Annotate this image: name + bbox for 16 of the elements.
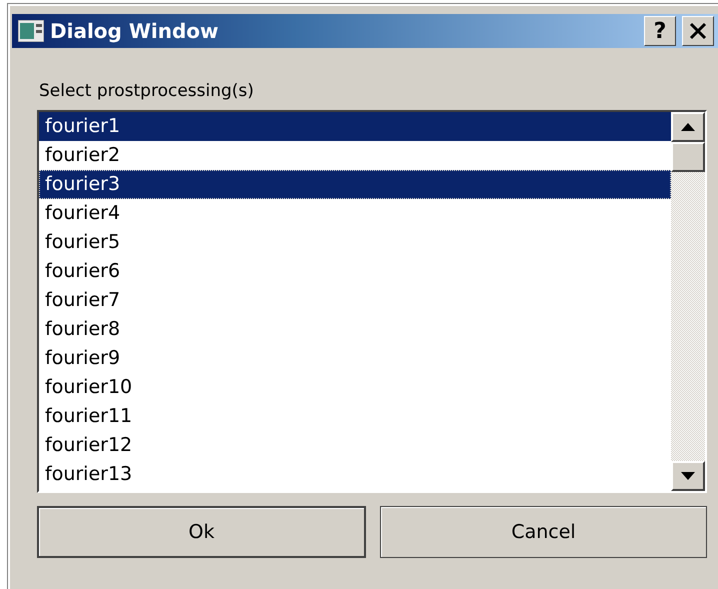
list-item[interactable]: fourier3: [39, 170, 671, 199]
scrollbar[interactable]: [671, 112, 705, 491]
scroll-down-button[interactable]: [671, 461, 705, 491]
close-button[interactable]: [682, 16, 714, 46]
window-title: Dialog Window: [50, 19, 220, 43]
help-button[interactable]: ?: [644, 16, 676, 46]
scroll-up-button[interactable]: [671, 112, 705, 142]
down-arrow-icon: [681, 472, 695, 480]
list-label: Select prostprocessing(s): [39, 81, 255, 101]
ok-button[interactable]: Ok: [37, 506, 366, 558]
up-arrow-icon: [681, 123, 695, 131]
cancel-button[interactable]: Cancel: [380, 506, 707, 558]
close-icon: [689, 22, 707, 40]
list-item[interactable]: fourier1: [39, 112, 671, 141]
window-icon: [18, 20, 44, 42]
scroll-thumb[interactable]: [671, 142, 705, 172]
